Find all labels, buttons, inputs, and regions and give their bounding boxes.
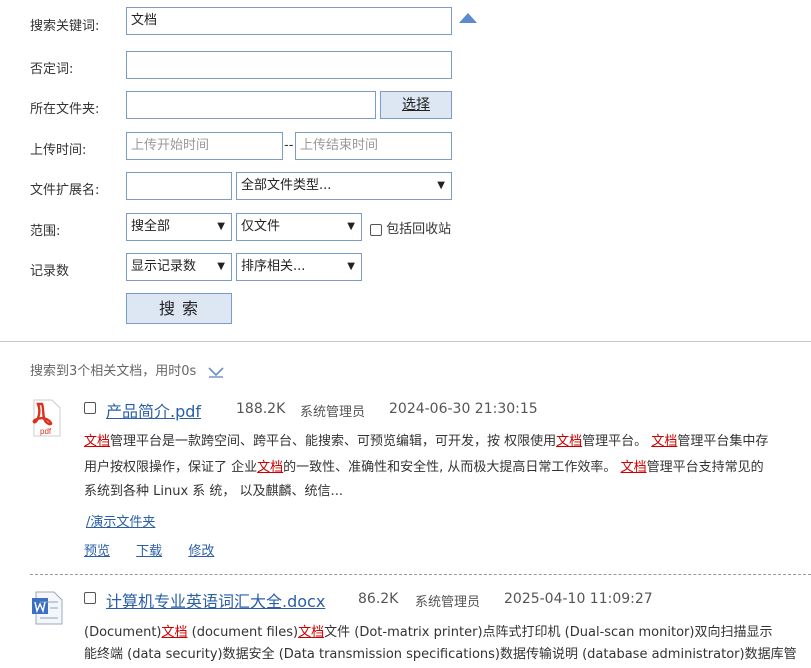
- chevron-down-icon[interactable]: [208, 366, 225, 378]
- chevron-down-icon: ▼: [217, 261, 225, 272]
- result-size: 86.2K: [358, 591, 399, 607]
- keyword-highlight: 文档: [651, 434, 678, 449]
- result-date: 2025-04-10 11:09:27: [504, 591, 653, 607]
- snippet-text: 管理平台支持常见的: [646, 460, 764, 475]
- snippet-text: 用户按权限操作，保证了 企业: [84, 460, 258, 475]
- chevron-down-icon: ▼: [347, 221, 355, 232]
- only-files-select[interactable]: 仅文件 ▼: [236, 213, 362, 241]
- snippet-text: 管理平台集中存: [677, 434, 769, 449]
- folder-label: 所在文件夹:: [30, 102, 100, 117]
- result-owner: 系统管理员: [415, 595, 481, 610]
- snippet-text: 的一致性、准确性和安全性, 从而极大提高日常工作效率。: [283, 460, 621, 475]
- keyword-highlight: 文档: [556, 434, 583, 449]
- pdf-icon-label: pdf: [40, 427, 52, 436]
- search-button[interactable]: 搜 索: [126, 293, 232, 324]
- records-select-value: 显示记录数: [131, 259, 197, 274]
- recycle-checkbox[interactable]: [370, 223, 382, 236]
- folder-input[interactable]: [126, 91, 376, 119]
- snippet-text: 系统到各种 Linux 系 统， 以及麒麟、统信...: [84, 484, 343, 499]
- result-title-link[interactable]: 计算机专业英语词汇大全.docx: [106, 588, 325, 612]
- snippet-line: 系统到各种 Linux 系 统， 以及麒麟、统信...: [84, 479, 811, 505]
- result-summary: 搜索到3个相关文档，用时0s: [30, 360, 225, 379]
- snippet-line: 文档管理平台是一款跨空间、跨平台、能搜索、可预览编辑，可开发，按 权限使用文档管…: [84, 429, 811, 455]
- upload-end-input[interactable]: 上传结束时间: [295, 132, 452, 160]
- chevron-down-icon: ▼: [217, 221, 225, 232]
- snippet-text: 文件 (Dot-matrix printer)点阵式打印机 (Dual-scan…: [324, 625, 773, 640]
- result-checkbox[interactable]: [84, 402, 96, 414]
- records-label: 记录数: [30, 264, 70, 279]
- choose-button-label: 选择: [402, 97, 430, 113]
- keyword-highlight: 文档: [161, 625, 188, 640]
- result-actions: 预览 下载 修改: [84, 540, 236, 559]
- upload-start-input[interactable]: 上传开始时间: [126, 132, 283, 160]
- sort-select[interactable]: 排序相关... ▼: [236, 253, 362, 281]
- only-files-select-value: 仅文件: [241, 219, 281, 234]
- snippet-text: (Document): [84, 625, 162, 640]
- result-divider: [30, 574, 811, 575]
- snippet-text: 管理平台是一款跨空间、跨平台、能搜索、可预览编辑，可开发，按 权限使用: [110, 434, 557, 449]
- choose-folder-button[interactable]: 选择: [380, 91, 452, 119]
- scope-select-value: 搜全部: [131, 219, 171, 234]
- recycle-option: 包括回收站: [370, 218, 451, 237]
- scope-select[interactable]: 搜全部 ▼: [126, 213, 232, 241]
- records-select[interactable]: 显示记录数 ▼: [126, 253, 232, 281]
- form-divider: [0, 341, 811, 342]
- download-link[interactable]: 下载: [136, 544, 162, 559]
- result-summary-text: 搜索到3个相关文档，用时0s: [30, 364, 197, 379]
- sort-select-value: 排序相关...: [241, 259, 306, 274]
- result-title-link[interactable]: 产品简介.pdf: [106, 398, 201, 422]
- upload-time-label: 上传时间:: [30, 143, 87, 158]
- result-folder-link[interactable]: /演示文件夹: [86, 511, 155, 530]
- keyword-highlight: 文档: [84, 434, 111, 449]
- snippet-text: 管理平台。: [582, 434, 652, 449]
- filetype-select-value: 全部文件类型...: [241, 178, 332, 193]
- result-size: 188.2K: [236, 401, 286, 417]
- result-date: 2024-06-30 21:30:15: [389, 401, 538, 417]
- negative-label: 否定词:: [30, 62, 74, 77]
- pdf-file-icon: pdf: [32, 399, 61, 437]
- snippet-text: (document files): [187, 625, 299, 640]
- word-file-icon: [32, 591, 63, 625]
- snippet-text: 能终端 (data security)数据安全 (Data transmissi…: [84, 647, 797, 662]
- chevron-down-icon: ▼: [347, 261, 355, 272]
- triangle-up-icon[interactable]: [458, 12, 478, 24]
- preview-link[interactable]: 预览: [84, 544, 110, 559]
- edit-link[interactable]: 修改: [188, 544, 214, 559]
- ext-label: 文件扩展名:: [30, 183, 100, 198]
- filetype-select[interactable]: 全部文件类型... ▼: [236, 172, 452, 200]
- recycle-label: 包括回收站: [386, 222, 452, 237]
- result-checkbox[interactable]: [84, 592, 96, 604]
- keyword-label: 搜索关键词:: [30, 19, 100, 34]
- keyword-highlight: 文档: [298, 625, 325, 640]
- snippet-line: 能终端 (data security)数据安全 (Data transmissi…: [84, 642, 811, 668]
- ext-input[interactable]: [126, 172, 232, 200]
- chevron-down-icon: ▼: [437, 180, 445, 191]
- result-owner: 系统管理员: [300, 405, 366, 420]
- scope-label: 范围:: [30, 224, 61, 239]
- snippet-line: 用户按权限操作，保证了 企业文档的一致性、准确性和安全性, 从而极大提高日常工作…: [84, 455, 811, 481]
- keyword-highlight: 文档: [257, 460, 284, 475]
- keyword-input[interactable]: 文档: [126, 7, 452, 35]
- range-separator: --: [284, 138, 294, 153]
- keyword-highlight: 文档: [620, 460, 647, 475]
- negative-input[interactable]: [126, 51, 452, 79]
